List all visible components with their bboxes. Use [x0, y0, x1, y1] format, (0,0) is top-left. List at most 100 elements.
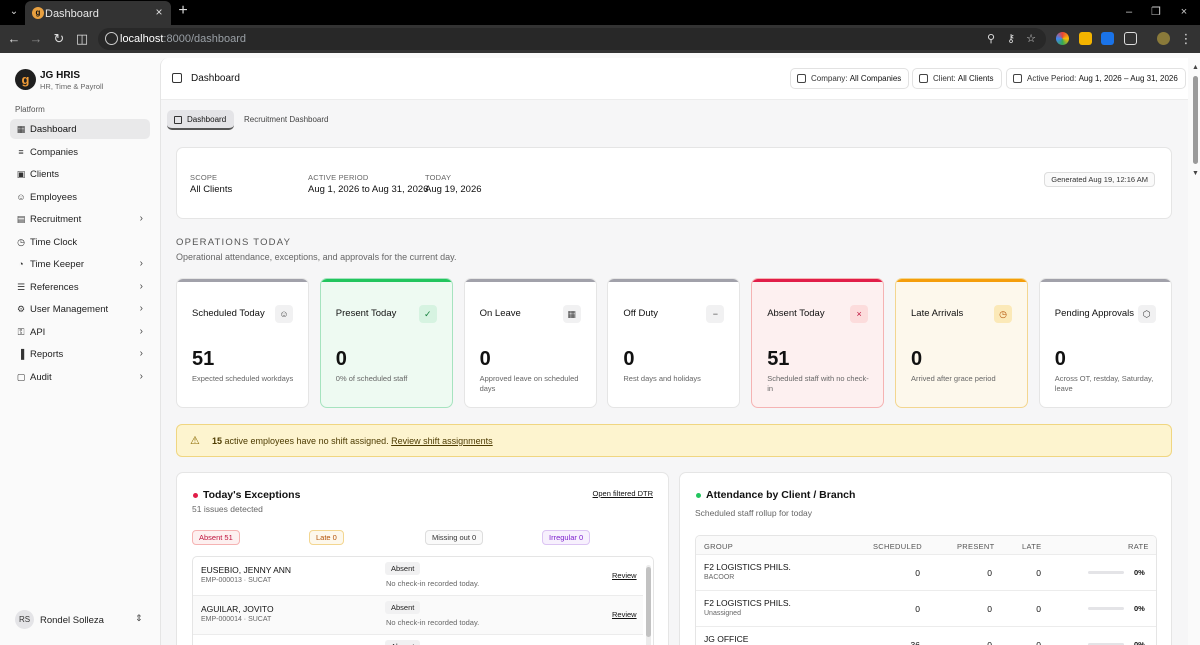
open-filtered-dtr-link[interactable]: Open filtered DTR	[593, 489, 653, 498]
bookmark-star-icon[interactable]: ☆	[1024, 32, 1038, 46]
sidebar-toggle-icon[interactable]	[172, 73, 182, 83]
forward-arrow-icon[interactable]: →	[28, 31, 44, 47]
active-period-filter[interactable]: Active Period: Aug 1, 2026 – Aug 31, 202…	[1006, 68, 1186, 89]
url-path: :8000/dashboard	[163, 33, 246, 45]
stat-description: 0% of scheduled staff	[335, 374, 408, 383]
chevron-right-icon: ›	[139, 348, 143, 359]
split-view-icon[interactable]: ◫	[74, 31, 90, 47]
rate-progress-bar	[1088, 571, 1124, 574]
user-name[interactable]: Rondel Solleza	[40, 615, 104, 626]
exceptions-subtitle: 51 issues detected	[192, 504, 263, 514]
user-minus-icon: −	[706, 305, 725, 323]
extension-note-icon[interactable]	[1079, 32, 1092, 45]
back-arrow-icon[interactable]: ←	[6, 31, 22, 47]
clock-icon: ◷	[994, 305, 1012, 323]
scheduled-count: 0	[915, 604, 920, 614]
stat-card-late-arrivals[interactable]: Late Arrivals ◷ 0 Arrived after grace perio…	[895, 278, 1028, 408]
close-tab-icon[interactable]: ×	[153, 6, 165, 18]
warning-triangle-icon: ⚠	[190, 435, 200, 447]
stat-description: Scheduled staff with no check-in	[767, 374, 869, 393]
stat-accent-line	[752, 279, 884, 282]
user-x-icon: ×	[850, 305, 869, 323]
calendar-icon	[1013, 74, 1022, 83]
zoom-icon[interactable]: ⚲	[984, 32, 998, 46]
scroll-up-icon[interactable]: ▲	[1192, 64, 1199, 71]
sidebar-item-label: User Management	[30, 304, 109, 315]
briefcase-icon: ▣	[16, 169, 26, 179]
sidebar-item-clients[interactable]: ▣ Clients	[10, 164, 150, 184]
sidebar-item-dashboard[interactable]: ▦ Dashboard	[10, 119, 150, 139]
sidebar-item-time-clock[interactable]: ◷ Time Clock	[10, 232, 150, 252]
stat-value: 0	[1054, 348, 1066, 370]
employee-meta: EMP-000013 · SUCAT	[201, 577, 272, 584]
stat-value: 0	[623, 348, 635, 370]
stat-accent-line	[608, 279, 740, 282]
filter-chip-late[interactable]: Late 0	[309, 530, 344, 545]
employee-name: AGUILAR, JOVITO	[201, 604, 274, 614]
company-filter[interactable]: Company: All Companies	[790, 68, 910, 89]
tab-recruitment-label: Recruitment Dashboard	[244, 115, 329, 124]
exceptions-scrollbar[interactable]	[646, 565, 651, 645]
sidebar-item-api[interactable]: ⚿ API ›	[10, 322, 150, 342]
tab-recruitment-dashboard[interactable]: Recruitment Dashboard	[244, 110, 328, 130]
close-window-icon[interactable]: ×	[1177, 5, 1191, 19]
client-filter[interactable]: Client: All Clients	[912, 68, 1002, 89]
sidebar-item-user-management[interactable]: ⚙ User Management ›	[10, 299, 150, 319]
page-scroll-thumb[interactable]	[1193, 76, 1198, 164]
extension-download-icon[interactable]	[1101, 32, 1114, 45]
chevron-right-icon: ›	[139, 258, 143, 269]
main-content: Dashboard Company: All Companies Client:…	[160, 58, 1188, 645]
users-icon: ☺	[275, 305, 293, 323]
filter-chip-absent[interactable]: Absent 51	[192, 530, 240, 545]
operations-subtitle: Operational attendance, exceptions, and …	[176, 252, 457, 262]
sidebar-item-audit[interactable]: ▢ Audit ›	[10, 367, 150, 387]
brand-name: JG HRIS	[40, 70, 81, 81]
key-icon: ⚿	[17, 326, 25, 337]
restore-icon[interactable]: ❐	[1149, 5, 1163, 19]
sidebar-item-reports[interactable]: ▐ Reports ›	[10, 344, 150, 364]
status-badge: Absent	[385, 562, 421, 575]
shift-alert-message: active employees have no shift assigned.	[222, 436, 392, 446]
filter-chip-irregular[interactable]: Irregular 0	[542, 530, 591, 545]
sidebar-item-references[interactable]: ☰ References ›	[10, 277, 150, 297]
sidebar-item-employees[interactable]: ☺ Employees	[10, 187, 150, 207]
scroll-down-icon[interactable]: ▼	[1192, 170, 1199, 177]
page-scrollbar[interactable]: ▲ ▼	[1191, 58, 1200, 645]
tab-dashboard[interactable]: Dashboard	[167, 110, 235, 130]
review-shift-assignments-link[interactable]: Review shift assignments	[391, 436, 493, 446]
browser-menu-icon[interactable]: ⋮	[1178, 31, 1194, 47]
review-link[interactable]: Review	[612, 571, 637, 580]
attendance-subtitle: Scheduled staff rollup for today	[695, 508, 813, 518]
chevron-up-down-icon[interactable]: ⇕	[135, 613, 143, 624]
filter-chip-missing-out[interactable]: Missing out 0	[425, 530, 484, 545]
reload-icon[interactable]: ↻	[51, 31, 67, 47]
stat-card-pending-approvals[interactable]: Pending Approvals ⬡ 0 Across OT, restday, S…	[1038, 278, 1172, 408]
exceptions-scroll-thumb[interactable]	[646, 567, 651, 637]
site-info-icon[interactable]	[105, 32, 118, 45]
password-key-icon[interactable]: ⚷	[1004, 32, 1018, 46]
address-bar[interactable]: localhost:8000/dashboard ⚲ ⚷ ☆	[98, 28, 1046, 50]
minimize-icon[interactable]: –	[1122, 5, 1136, 19]
new-tab-plus-icon[interactable]: +	[176, 3, 190, 19]
user-avatar[interactable]: RS	[15, 610, 34, 629]
stat-title: On Leave	[479, 308, 521, 319]
sidebar-item-companies[interactable]: ≡ Companies	[10, 142, 150, 162]
client-filter-value: All Clients	[957, 74, 994, 83]
tab-search-chevron-icon[interactable]: ⌄	[6, 4, 22, 20]
stat-card-present-today[interactable]: Present Today ✓ 0 0% of scheduled staff	[319, 278, 453, 408]
stat-card-on-leave[interactable]: On Leave ▦ 0 Approved leave on scheduled da…	[463, 278, 597, 408]
stat-accent-line	[1039, 279, 1171, 282]
stat-card-absent-today[interactable]: Absent Today × 51 Scheduled staff with no c…	[751, 278, 885, 408]
extensions-puzzle-icon[interactable]	[1124, 32, 1137, 45]
stat-card-off-duty[interactable]: Off Duty − 0 Rest days and holidays	[607, 278, 741, 408]
stat-title: Scheduled Today	[192, 308, 265, 319]
review-link[interactable]: Review	[612, 610, 637, 619]
stat-card-scheduled-today[interactable]: Scheduled Today ☺ 51 Expected scheduled wor…	[176, 278, 309, 408]
browser-tab-dashboard[interactable]: g Dashboard ×	[25, 1, 171, 25]
exceptions-status-dot	[193, 493, 198, 498]
sidebar-item-recruitment[interactable]: ▤ Recruitment ›	[10, 209, 150, 229]
sidebar-item-time-keeper[interactable]: ◔ Time Keeper ›	[10, 254, 150, 274]
extension-color-icon[interactable]	[1056, 32, 1069, 45]
employee-meta: EMP-000014 · SUCAT	[201, 616, 272, 623]
profile-avatar-icon[interactable]	[1157, 32, 1170, 45]
